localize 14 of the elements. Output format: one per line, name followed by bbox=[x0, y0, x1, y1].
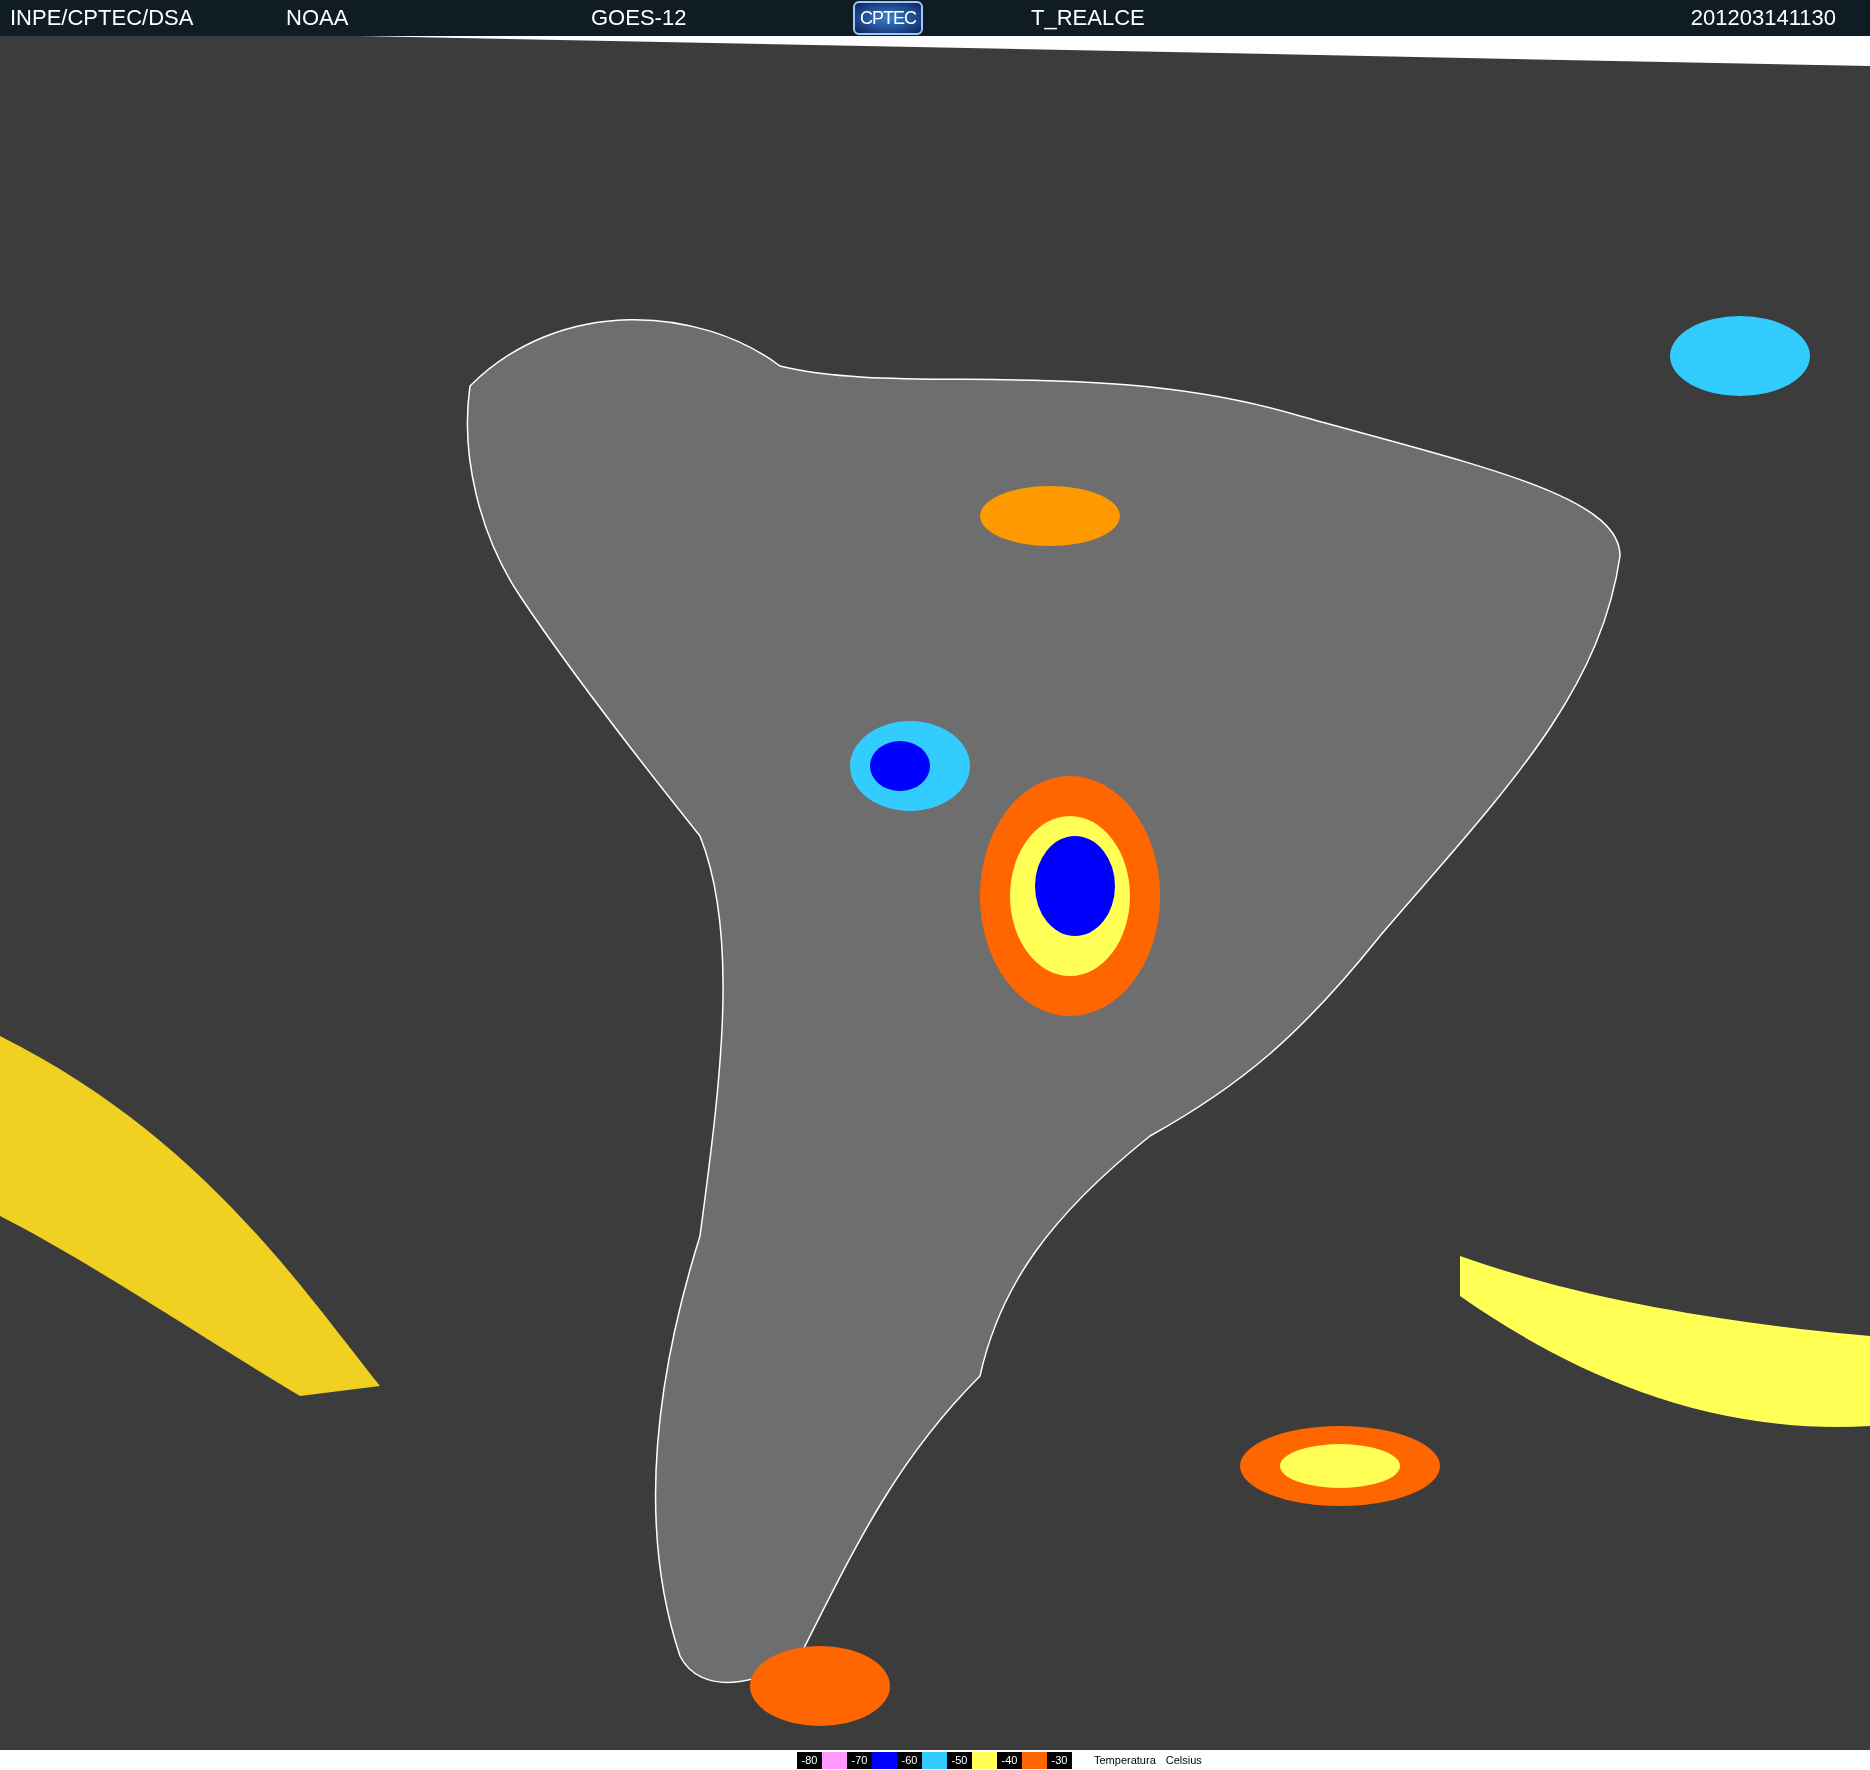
legend-caption: Celsius bbox=[1165, 1754, 1202, 1766]
header-label: INPE/CPTEC/DSA bbox=[10, 5, 194, 30]
legend-label: -70 bbox=[847, 1751, 872, 1769]
legend-label: -60 bbox=[897, 1751, 922, 1769]
header-label: 201203141130 bbox=[1690, 5, 1836, 30]
legend-label: -50 bbox=[947, 1751, 972, 1769]
legend-caption: Temperatura bbox=[1094, 1754, 1156, 1766]
header-label: GOES-12 bbox=[591, 5, 687, 30]
legend-label: -80 bbox=[797, 1751, 822, 1769]
header-label: NOAA bbox=[286, 5, 349, 30]
logo: CPTEC bbox=[853, 1, 923, 35]
legend-label: -40 bbox=[997, 1751, 1022, 1769]
header-label: T_REALCE bbox=[1031, 5, 1145, 30]
legend-label: -30 bbox=[1047, 1751, 1072, 1769]
